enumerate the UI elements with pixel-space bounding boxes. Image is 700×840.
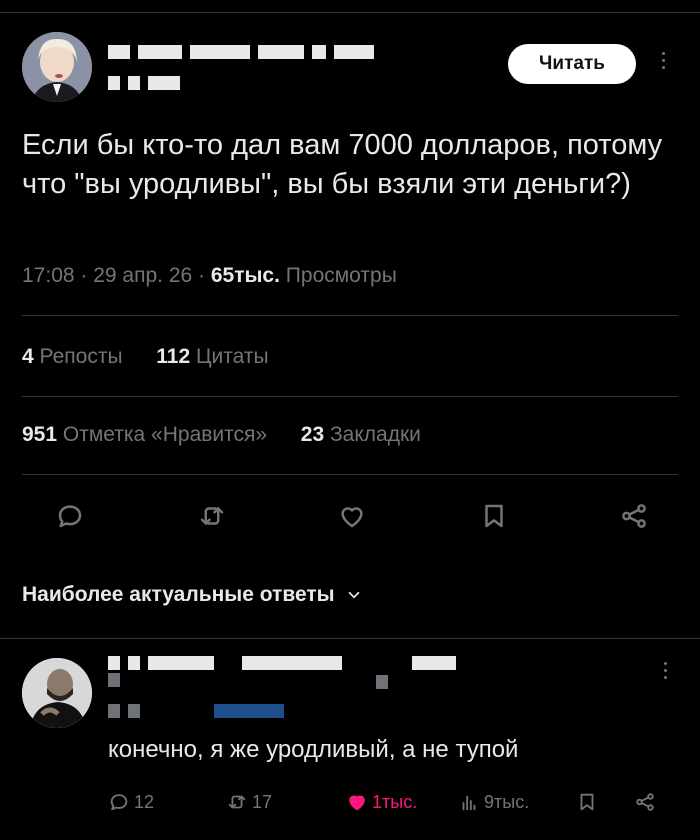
reply-text: конечно, я же уродливый, а не тупой	[108, 736, 519, 763]
engagement-stats-row-1: 4 Репосты 112 Цитаты	[22, 345, 269, 369]
reply-share-button[interactable]	[634, 786, 656, 818]
reply-icon[interactable]	[48, 494, 92, 538]
quotes-stat[interactable]: 112 Цитаты	[156, 345, 268, 368]
reply-author-handle-redacted[interactable]	[108, 704, 140, 718]
more-vertical-icon[interactable]	[660, 52, 666, 69]
reply-avatar-image	[22, 658, 92, 728]
author-avatar[interactable]	[22, 32, 92, 102]
author-name-redacted[interactable]	[108, 45, 374, 59]
reply-like-button[interactable]: 1тыс.	[346, 786, 417, 818]
author-handle-redacted[interactable]	[108, 76, 180, 90]
views-chart-icon	[462, 795, 476, 811]
chevron-down-icon	[348, 591, 359, 599]
reply-reply-count: 12	[134, 791, 155, 812]
divider	[22, 315, 678, 316]
reply-more-vertical-icon[interactable]	[662, 662, 668, 679]
top-divider	[0, 12, 700, 13]
divider	[22, 474, 678, 475]
reply-icon	[110, 794, 128, 811]
reposts-stat[interactable]: 4 Репосты	[22, 345, 123, 368]
views-label: Просмотры	[285, 264, 397, 287]
reply-like-count: 1тыс.	[372, 791, 418, 812]
post-action-bar	[22, 494, 678, 538]
repost-icon	[228, 795, 246, 809]
reply-views-button[interactable]: 9тыс.	[458, 786, 529, 818]
bookmarks-stat[interactable]: 23 Закладки	[301, 423, 421, 446]
reply-repost-count: 17	[252, 791, 273, 812]
reply-author-avatar[interactable]	[22, 658, 92, 728]
reply-bookmark-button[interactable]	[576, 786, 598, 818]
post-date[interactable]: 29 апр. 26	[93, 264, 192, 287]
engagement-stats-row-2: 951 Отметка «Нравится» 23 Закладки	[22, 423, 421, 447]
author-avatar-image	[22, 32, 92, 102]
share-icon[interactable]	[612, 494, 656, 538]
follow-button[interactable]: Читать	[508, 44, 636, 84]
reply-author-badge-redacted	[108, 673, 120, 687]
bookmark-icon[interactable]	[472, 494, 516, 538]
section-divider	[0, 638, 700, 639]
heart-filled-icon	[349, 795, 365, 811]
reply-author-name-redacted[interactable]	[108, 656, 456, 670]
replies-sort-label: Наиболее актуальные ответы	[22, 583, 335, 606]
post-time[interactable]: 17:08	[22, 264, 75, 287]
post-text: Если бы кто-то дал вам 7000 долларов, по…	[22, 129, 663, 200]
reply-reply-button[interactable]: 12	[108, 786, 154, 818]
reply-action-bar: 12 17 1тыс. 9тыс.	[108, 786, 668, 818]
replying-to-redacted[interactable]	[214, 704, 284, 718]
share-icon	[636, 793, 654, 811]
reply-author-extra-redacted	[376, 675, 388, 689]
likes-stat[interactable]: 951 Отметка «Нравится»	[22, 423, 267, 446]
reply-repost-button[interactable]: 17	[226, 786, 272, 818]
bookmark-icon	[580, 793, 594, 811]
views-count: 65тыс.	[210, 264, 280, 287]
post-meta: 17:08 · 29 апр. 26 · 65тыс. Просмотры	[22, 264, 397, 287]
replies-sort-dropdown[interactable]: Наиболее актуальные ответы	[22, 583, 363, 607]
divider	[22, 396, 678, 397]
reply-views-count: 9тыс.	[484, 791, 530, 812]
heart-icon[interactable]	[330, 494, 374, 538]
repost-icon[interactable]	[190, 494, 234, 538]
